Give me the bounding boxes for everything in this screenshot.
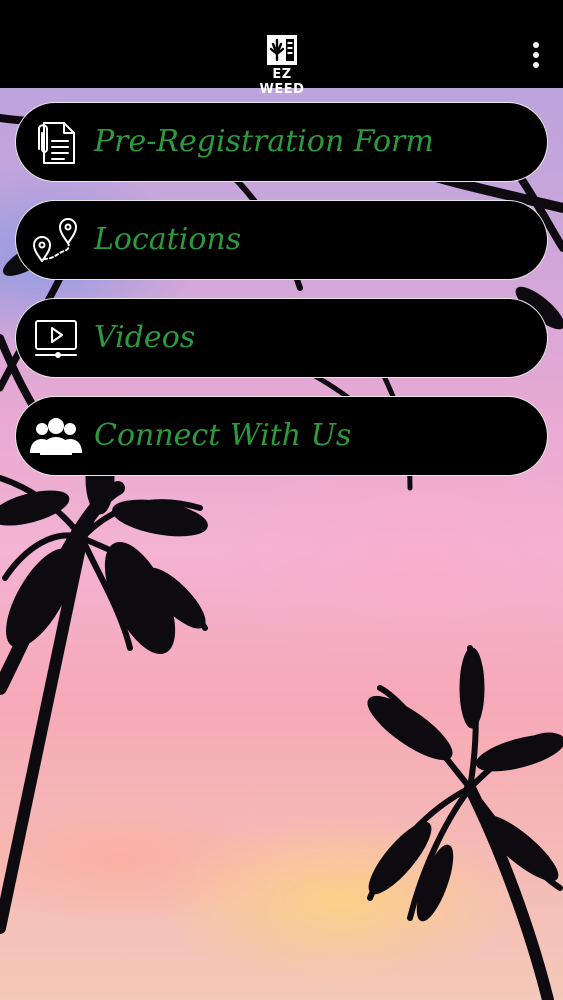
- menu-dot-icon: [533, 62, 539, 68]
- app-header: EZ WEED: [0, 0, 563, 97]
- nav-item-pre-registration-form[interactable]: Pre-Registration Form: [15, 102, 548, 182]
- home-screen: EZ WEED Pre-Registration Form Locations …: [0, 0, 563, 1000]
- map-route-icon: [33, 218, 77, 262]
- nav-item-label: Pre-Registration Form: [94, 124, 434, 159]
- menu-dot-icon: [533, 42, 539, 48]
- nav-item-connect-with-us[interactable]: Connect With Us: [15, 396, 548, 476]
- nav-item-label: Videos: [94, 320, 196, 355]
- main-menu: Pre-Registration Form Locations Videos C…: [0, 0, 563, 1000]
- document-icon: [38, 122, 75, 164]
- brand-name: EZ WEED: [259, 67, 305, 97]
- leaf-logo-icon: [267, 35, 297, 65]
- menu-dot-icon: [533, 52, 539, 58]
- app-logo: EZ WEED: [250, 34, 314, 97]
- nav-item-videos[interactable]: Videos: [15, 298, 548, 378]
- overflow-menu-button[interactable]: [524, 40, 548, 72]
- nav-item-label: Locations: [94, 222, 242, 257]
- video-player-icon: [35, 320, 77, 358]
- nav-item-label: Connect With Us: [94, 418, 352, 453]
- group-icon: [30, 418, 82, 455]
- nav-item-locations[interactable]: Locations: [15, 200, 548, 280]
